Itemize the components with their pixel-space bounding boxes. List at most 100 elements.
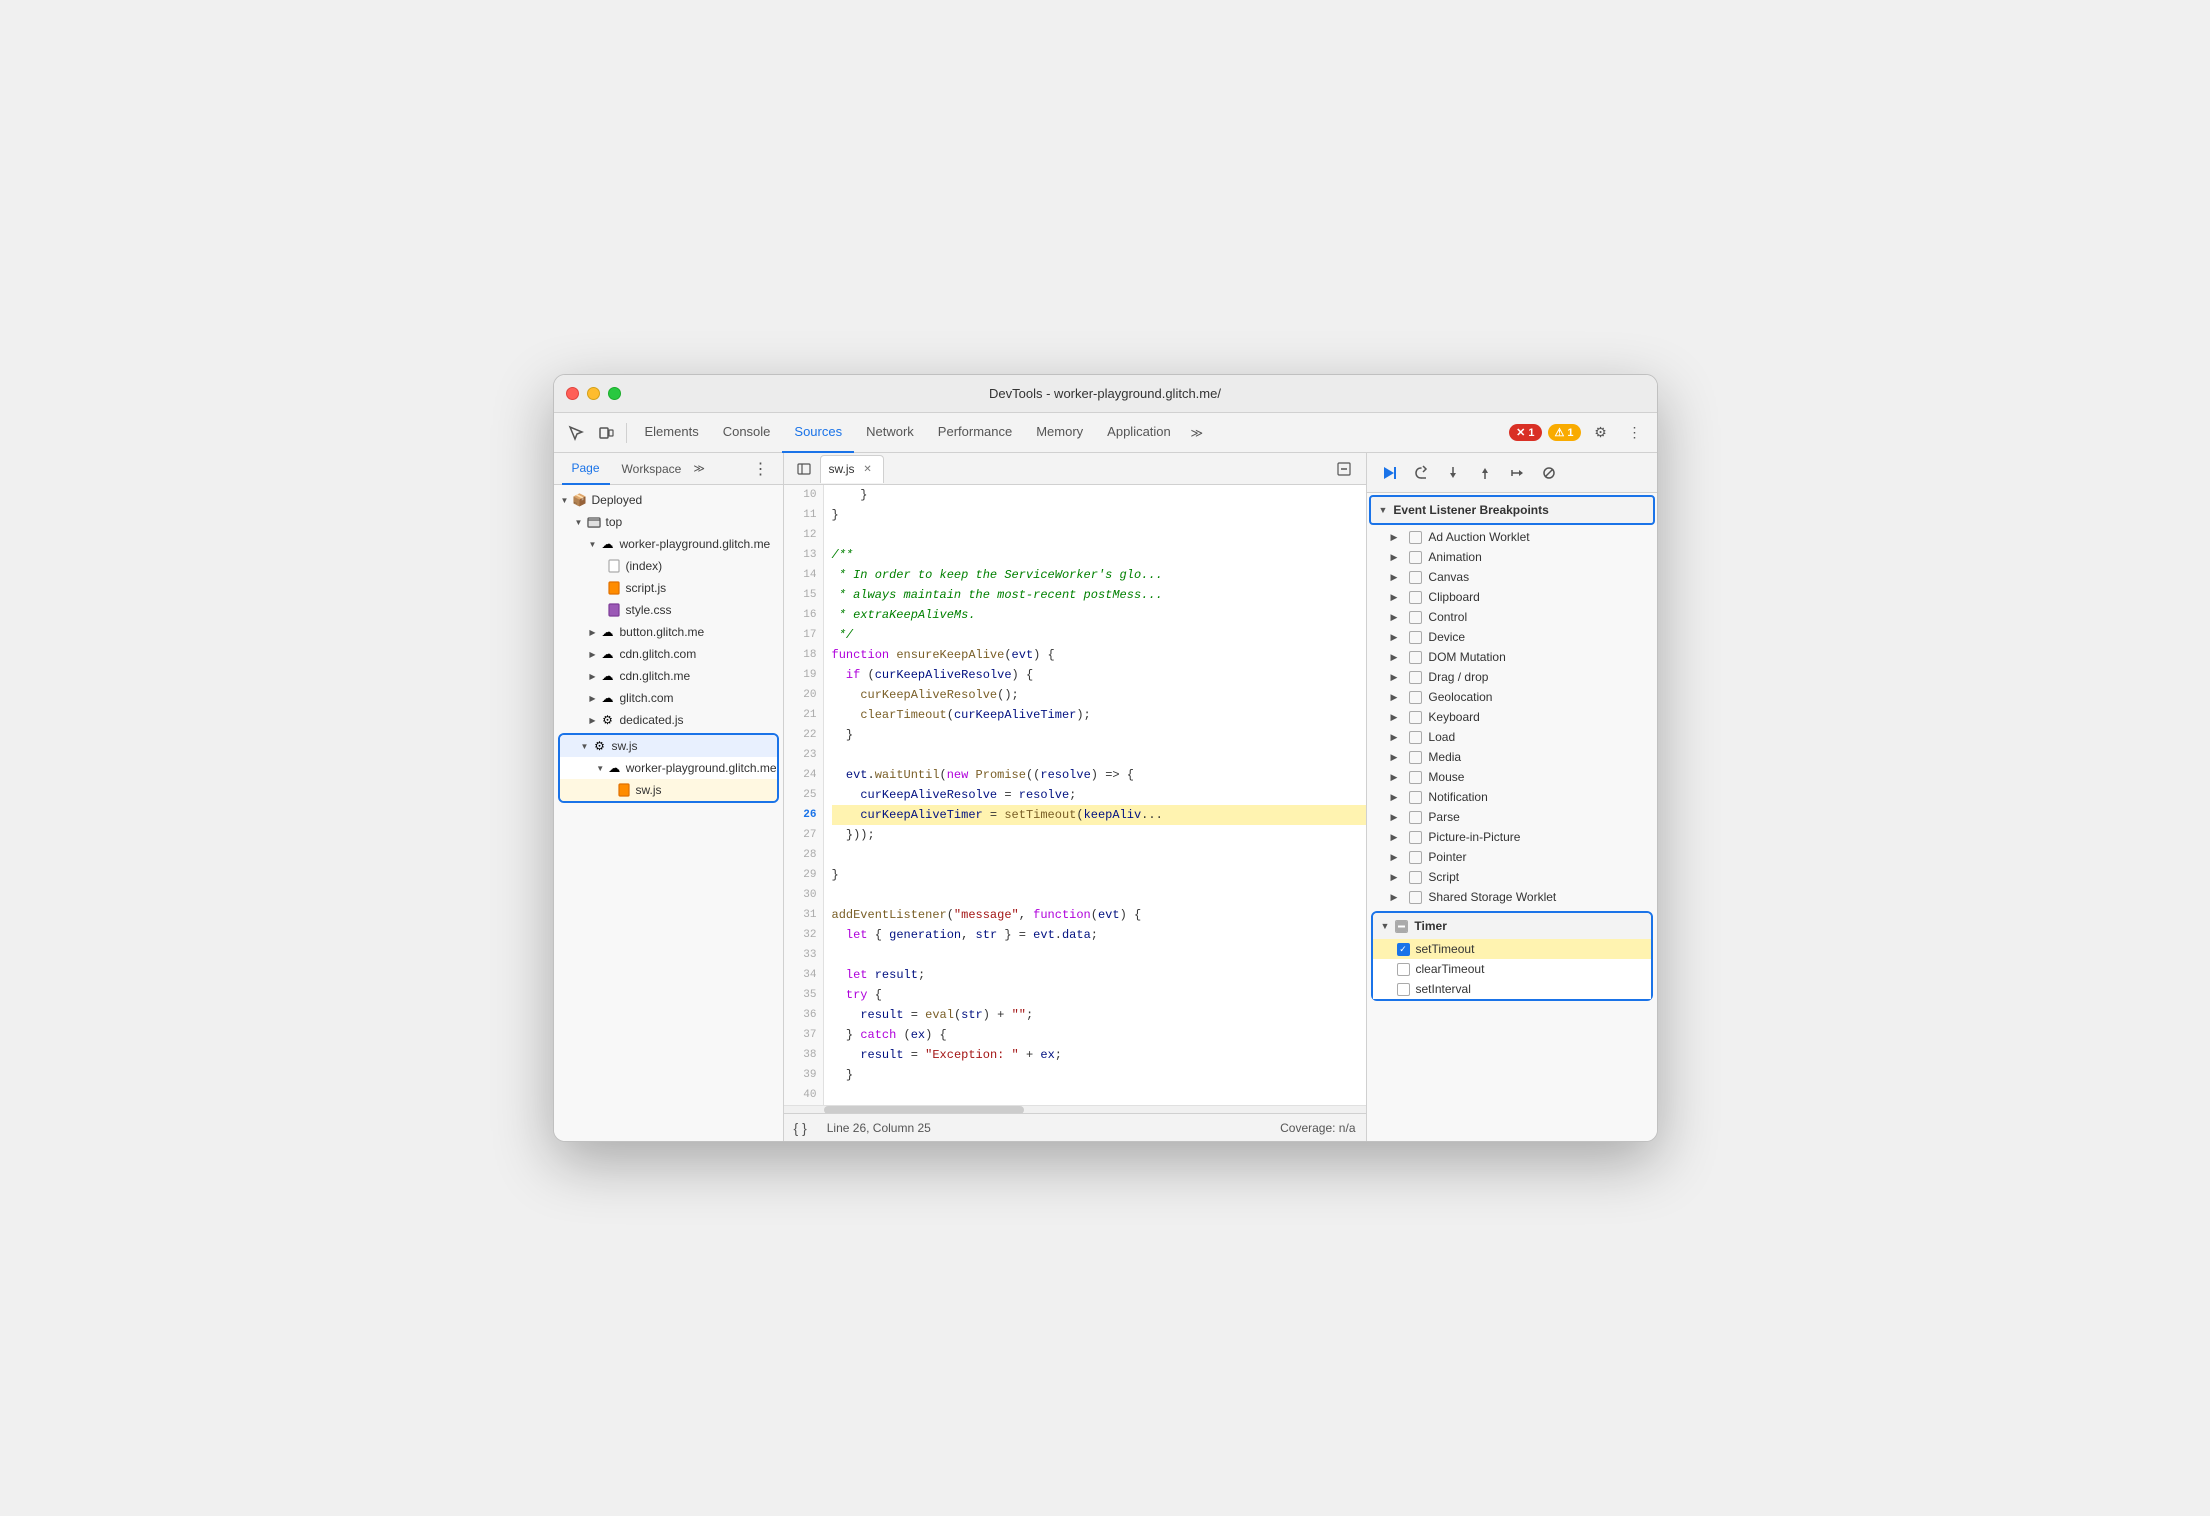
tree-item-cdn-glitch-com[interactable]: ▶ ☁ cdn.glitch.com (554, 643, 783, 665)
bp-checkbox-settimeout[interactable] (1397, 943, 1410, 956)
tree-item-cdn-glitch-me[interactable]: ▶ ☁ cdn.glitch.me (554, 665, 783, 687)
tab-workspace[interactable]: Workspace (612, 453, 692, 485)
bp-item-picture-in-picture[interactable]: ▶ Picture-in-Picture (1367, 827, 1657, 847)
tree-item-style-css[interactable]: style.css (554, 599, 783, 621)
bp-checkbox-timer-parent[interactable] (1395, 920, 1408, 933)
timer-item-cleartimeout[interactable]: clearTimeout (1373, 959, 1651, 979)
bp-checkbox-dom-mutation[interactable] (1409, 651, 1422, 664)
step-out-icon[interactable] (1471, 459, 1499, 487)
tree-item-deployed[interactable]: ▼ 📦 Deployed (554, 489, 783, 511)
bp-checkbox-keyboard[interactable] (1409, 711, 1422, 724)
toggle-sidebar-icon[interactable] (792, 457, 816, 481)
tree-item-swjs-cloud[interactable]: ▼ ☁ worker-playground.glitch.me (560, 757, 777, 779)
bp-item-shared-storage[interactable]: ▶ Shared Storage Worklet (1367, 887, 1657, 907)
horizontal-scrollbar[interactable] (784, 1105, 1366, 1113)
tab-more-icon[interactable]: ≫ (693, 462, 705, 475)
event-listener-breakpoints-header[interactable]: ▼ Event Listener Breakpoints (1369, 495, 1655, 525)
tab-elements[interactable]: Elements (633, 413, 711, 453)
bp-checkbox-picture-in-picture[interactable] (1409, 831, 1422, 844)
minimize-button[interactable] (587, 387, 600, 400)
bp-checkbox-setinterval[interactable] (1397, 983, 1410, 996)
device-icon[interactable] (592, 419, 620, 447)
bp-item-drag-drop[interactable]: ▶ Drag / drop (1367, 667, 1657, 687)
window-title: DevTools - worker-playground.glitch.me/ (989, 386, 1221, 401)
bp-item-load[interactable]: ▶ Load (1367, 727, 1657, 747)
bp-item-animation[interactable]: ▶ Animation (1367, 547, 1657, 567)
error-badge[interactable]: ✕ 1 (1509, 424, 1541, 441)
settings-icon[interactable]: ⚙ (1587, 419, 1615, 447)
bp-checkbox-cleartimeout[interactable] (1397, 963, 1410, 976)
format-code-icon[interactable]: { } (794, 1120, 807, 1136)
collapse-code-icon[interactable] (1330, 455, 1358, 483)
bp-checkbox-canvas[interactable] (1409, 571, 1422, 584)
code-tab-close-icon[interactable]: ✕ (861, 462, 875, 476)
bp-checkbox-device[interactable] (1409, 631, 1422, 644)
bp-item-script[interactable]: ▶ Script (1367, 867, 1657, 887)
bp-item-parse[interactable]: ▶ Parse (1367, 807, 1657, 827)
code-area[interactable]: 10 11 12 13 14 15 16 17 18 19 20 21 (784, 485, 1366, 1105)
code-line-10: } (832, 485, 1366, 505)
bp-checkbox-ad-auction[interactable] (1409, 531, 1422, 544)
bp-item-control[interactable]: ▶ Control (1367, 607, 1657, 627)
bp-item-geolocation[interactable]: ▶ Geolocation (1367, 687, 1657, 707)
deactivate-icon[interactable] (1535, 459, 1563, 487)
close-button[interactable] (566, 387, 579, 400)
bp-checkbox-media[interactable] (1409, 751, 1422, 764)
tab-sources[interactable]: Sources (782, 413, 854, 453)
tree-item-dedicated-js[interactable]: ▶ ⚙ dedicated.js (554, 709, 783, 731)
bp-checkbox-clipboard[interactable] (1409, 591, 1422, 604)
more-tabs-icon[interactable]: ≫ (1183, 419, 1211, 447)
bp-checkbox-animation[interactable] (1409, 551, 1422, 564)
bp-item-media[interactable]: ▶ Media (1367, 747, 1657, 767)
step-over-icon[interactable] (1407, 459, 1435, 487)
tab-memory[interactable]: Memory (1024, 413, 1095, 453)
bp-checkbox-parse[interactable] (1409, 811, 1422, 824)
step-icon[interactable] (1503, 459, 1531, 487)
bp-item-clipboard[interactable]: ▶ Clipboard (1367, 587, 1657, 607)
panel-menu-icon[interactable]: ⋮ (747, 455, 775, 483)
bp-checkbox-geolocation[interactable] (1409, 691, 1422, 704)
bp-item-device[interactable]: ▶ Device (1367, 627, 1657, 647)
bp-item-canvas[interactable]: ▶ Canvas (1367, 567, 1657, 587)
bp-item-mouse[interactable]: ▶ Mouse (1367, 767, 1657, 787)
maximize-button[interactable] (608, 387, 621, 400)
tree-item-glitch-com[interactable]: ▶ ☁ glitch.com (554, 687, 783, 709)
more-options-icon[interactable]: ⋮ (1621, 419, 1649, 447)
bp-checkbox-load[interactable] (1409, 731, 1422, 744)
bp-checkbox-mouse[interactable] (1409, 771, 1422, 784)
bp-checkbox-notification[interactable] (1409, 791, 1422, 804)
tree-label-top: top (606, 515, 623, 529)
bp-checkbox-script[interactable] (1409, 871, 1422, 884)
bp-checkbox-pointer[interactable] (1409, 851, 1422, 864)
tree-item-script-js[interactable]: script.js (554, 577, 783, 599)
step-into-icon[interactable] (1439, 459, 1467, 487)
bp-item-keyboard[interactable]: ▶ Keyboard (1367, 707, 1657, 727)
tree-item-swjs-root[interactable]: ▼ ⚙ sw.js (560, 735, 777, 757)
tab-application[interactable]: Application (1095, 413, 1183, 453)
code-tab-swjs[interactable]: sw.js ✕ (820, 455, 884, 483)
bp-checkbox-shared-storage[interactable] (1409, 891, 1422, 904)
inspect-icon[interactable] (562, 419, 590, 447)
tab-network[interactable]: Network (854, 413, 926, 453)
timer-item-settimeout[interactable]: setTimeout (1373, 939, 1651, 959)
tree-item-top[interactable]: ▼ top (554, 511, 783, 533)
bp-checkbox-control[interactable] (1409, 611, 1422, 624)
tree-item-button-glitch[interactable]: ▶ ☁ button.glitch.me (554, 621, 783, 643)
warning-badge[interactable]: ⚠ 1 (1548, 424, 1581, 441)
timer-item-setinterval[interactable]: setInterval (1373, 979, 1651, 999)
bp-label-geolocation: Geolocation (1428, 690, 1492, 704)
bp-item-pointer[interactable]: ▶ Pointer (1367, 847, 1657, 867)
bp-item-ad-auction[interactable]: ▶ Ad Auction Worklet (1367, 527, 1657, 547)
tree-item-swjs-file[interactable]: sw.js (560, 779, 777, 801)
tab-page[interactable]: Page (562, 453, 610, 485)
tab-performance[interactable]: Performance (926, 413, 1024, 453)
bp-item-dom-mutation[interactable]: ▶ DOM Mutation (1367, 647, 1657, 667)
bp-item-notification[interactable]: ▶ Notification (1367, 787, 1657, 807)
tab-console[interactable]: Console (711, 413, 783, 453)
tree-item-worker-playground[interactable]: ▼ ☁ worker-playground.glitch.me (554, 533, 783, 555)
timer-section-header[interactable]: ▼ Timer (1373, 913, 1651, 939)
tree-item-index[interactable]: (index) (554, 555, 783, 577)
code-line-18: function ensureKeepAlive(evt) { (832, 645, 1366, 665)
bp-checkbox-drag-drop[interactable] (1409, 671, 1422, 684)
resume-icon[interactable] (1375, 459, 1403, 487)
